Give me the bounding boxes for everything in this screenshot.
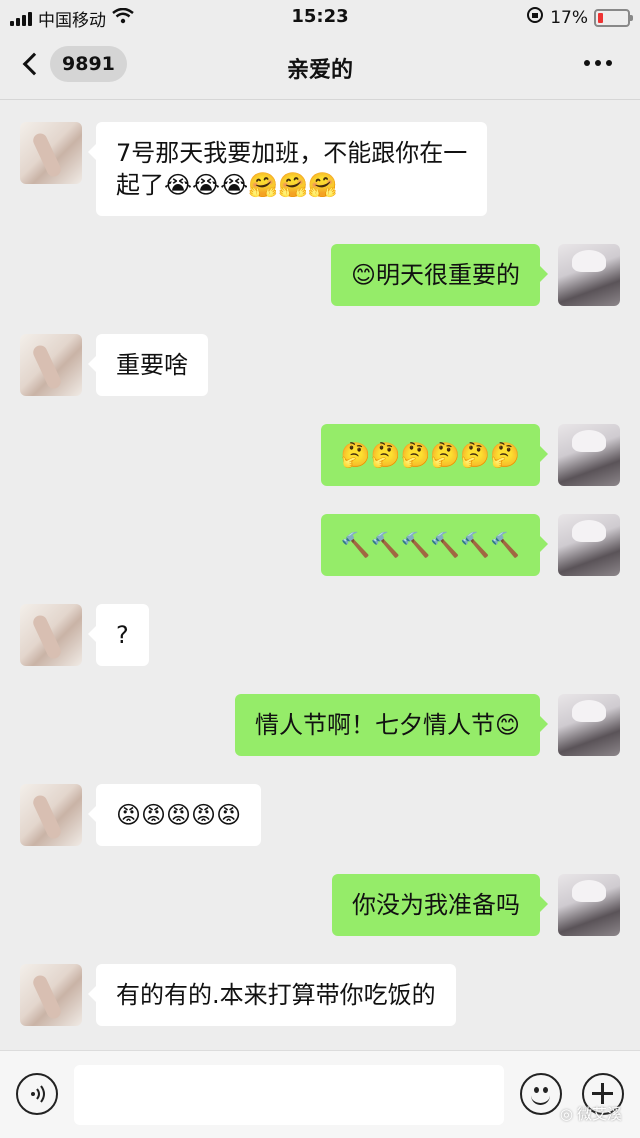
message-bubble[interactable]: 重要啥: [88, 334, 208, 396]
battery-level: [598, 12, 603, 23]
more-dot-icon: [595, 60, 601, 66]
watermark: ◎ 微艾溪: [560, 1103, 622, 1124]
more-dot-icon: [606, 60, 612, 66]
message-bubble[interactable]: ?: [88, 604, 149, 666]
my-avatar[interactable]: [558, 424, 620, 486]
contact-avatar[interactable]: [20, 784, 82, 846]
message-bubble[interactable]: 😡😡😡😡😡: [87, 784, 262, 846]
input-bar: ◎ 微艾溪: [0, 1050, 640, 1138]
message-bubble[interactable]: 有的有的.本来打算带你吃饭的: [88, 964, 456, 1026]
message-bubble[interactable]: 你没为我准备吗: [332, 874, 548, 936]
message-bubble[interactable]: 7号那天我要加班，不能跟你在一 起了😭😭😭🤗🤗🤗: [87, 122, 488, 216]
my-avatar[interactable]: [558, 244, 620, 306]
my-avatar[interactable]: [558, 514, 620, 576]
smiley-mouth-icon: [531, 1095, 550, 1105]
more-options-button[interactable]: [584, 60, 612, 66]
battery-icon: [594, 8, 633, 27]
my-avatar[interactable]: [558, 874, 620, 936]
contact-avatar[interactable]: [20, 964, 82, 1026]
message-bubble[interactable]: 😊明天很重要的: [330, 244, 549, 306]
watermark-text: 微艾溪: [576, 1105, 622, 1123]
contact-avatar[interactable]: [20, 604, 82, 666]
message-input[interactable]: [74, 1065, 504, 1125]
voice-input-button[interactable]: [16, 1073, 58, 1115]
my-avatar[interactable]: [558, 694, 620, 756]
chat-header: 9891 亲爱的: [0, 34, 640, 100]
more-dot-icon: [584, 60, 590, 66]
emoji-button[interactable]: [520, 1073, 562, 1115]
smiley-eye-icon: [543, 1087, 548, 1093]
message-bubble[interactable]: 🤔🤔🤔🤔🤔🤔: [320, 424, 549, 486]
contact-avatar[interactable]: [20, 122, 82, 184]
message-list[interactable]: 7号那天我要加班，不能跟你在一 起了😭😭😭🤗🤗🤗 😊明天很重要的 重要啥 🤔🤔🤔…: [0, 100, 640, 1050]
status-bar: 中国移动 15:23 17%: [0, 0, 640, 34]
voice-wave-icon: [31, 1085, 45, 1103]
message-bubble[interactable]: 情人节啊！七夕情人节😊: [234, 694, 549, 756]
battery-percent: 17%: [550, 7, 588, 28]
watermark-logo-icon: ◎: [559, 1104, 573, 1123]
chat-title: 亲爱的: [286, 58, 353, 83]
status-right: 17%: [526, 6, 633, 29]
smiley-eye-icon: [534, 1087, 539, 1093]
contact-avatar[interactable]: [20, 334, 82, 396]
orientation-lock-icon: [526, 6, 544, 29]
message-bubble[interactable]: 🔨🔨🔨🔨🔨🔨: [320, 514, 549, 576]
